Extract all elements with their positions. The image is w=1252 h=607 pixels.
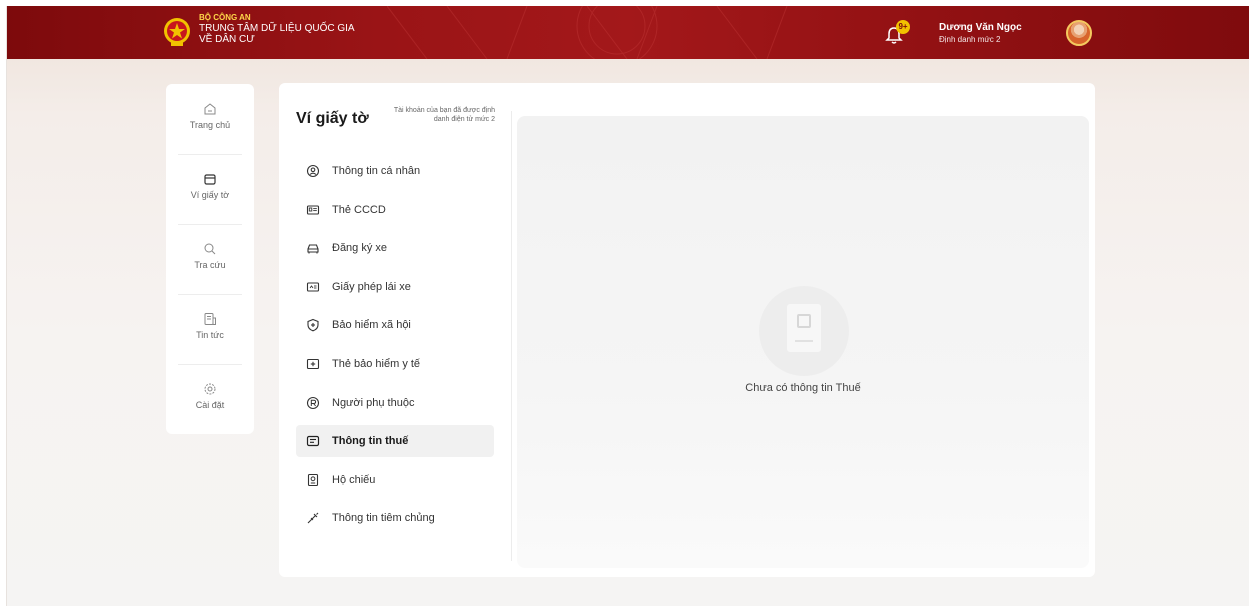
left-navigation: Trang chủ Ví giấy tờ Tra cứu Tin tức Cài…: [166, 84, 254, 434]
empty-state-message: Chưa có thông tin Thuế: [745, 382, 861, 394]
app-frame: BỘ CÔNG AN TRUNG TÂM DỮ LIỆU QUỐC GIA VỀ…: [6, 6, 1249, 606]
syringe-icon: [307, 512, 319, 524]
nav-item-label: Ví giấy tờ: [190, 190, 230, 200]
menu-item-label: Hộ chiếu: [332, 473, 376, 486]
id-card-icon: [306, 205, 320, 215]
menu-item-vehicle-registration[interactable]: Đăng ký xe: [296, 232, 494, 264]
nav-item-home[interactable]: Trang chủ: [166, 84, 254, 152]
content-area: Chưa có thông tin Thuế: [517, 116, 1089, 568]
user-name: Dương Văn Ngọc: [939, 22, 1022, 33]
document-menu: Thông tin cá nhân Thẻ CCCD Đăng ký xe Gi…: [296, 155, 494, 541]
menu-item-label: Thẻ CCCD: [332, 203, 386, 216]
menu-item-driving-license[interactable]: Giấy phép lái xe: [296, 271, 494, 303]
avatar[interactable]: [1066, 20, 1092, 46]
car-icon: [307, 244, 319, 254]
menu-item-label: Bảo hiểm xã hội: [332, 319, 411, 332]
main-card: Ví giấy tờ Tài khoản của bạn đã được địn…: [279, 83, 1095, 577]
menu-item-tax-info[interactable]: Thông tin thuế: [296, 425, 494, 458]
search-icon: [204, 243, 216, 255]
menu-item-personal-info[interactable]: Thông tin cá nhân: [296, 155, 494, 187]
police-emblem-icon: [164, 18, 190, 46]
shield-plus-icon: [307, 319, 319, 332]
user-info[interactable]: Dương Văn Ngọc Định danh mức 2: [939, 22, 1022, 44]
document-icon: [787, 304, 821, 352]
org-line1: BỘ CÔNG AN: [199, 13, 251, 22]
header-pattern: [387, 6, 788, 59]
menu-item-label: Thông tin thuế: [332, 435, 409, 448]
nav-item-label: Cài đặt: [195, 400, 225, 410]
image-placeholder-icon: [797, 314, 811, 328]
settings-icon: [204, 383, 216, 395]
menu-item-passport[interactable]: Hộ chiếu: [296, 464, 494, 496]
nav-item-search[interactable]: Tra cứu: [166, 224, 254, 292]
passport-icon: [307, 473, 319, 486]
nav-item-label: Trang chủ: [189, 120, 231, 130]
divider: [511, 111, 512, 561]
org-line2: TRUNG TÂM DỮ LIỆU QUỐC GIA: [199, 23, 355, 34]
dependent-icon: [306, 396, 320, 409]
nav-item-label: Tra cứu: [194, 260, 226, 270]
home-icon: [204, 103, 216, 115]
menu-item-health-insurance[interactable]: Thẻ bảo hiểm y tế: [296, 348, 494, 380]
news-icon: [204, 313, 216, 325]
menu-item-cccd[interactable]: Thẻ CCCD: [296, 194, 494, 226]
menu-item-vaccination[interactable]: Thông tin tiêm chủng: [296, 502, 494, 534]
org-line3: VỀ DÂN CƯ: [199, 34, 255, 45]
menu-item-dependents[interactable]: Người phụ thuộc: [296, 387, 494, 419]
top-header: BỘ CÔNG AN TRUNG TÂM DỮ LIỆU QUỐC GIA VỀ…: [7, 6, 1249, 59]
empty-document-icon: [759, 286, 849, 376]
wallet-icon: [204, 174, 216, 185]
notification-button[interactable]: 9+: [882, 20, 910, 48]
identity-level-note: Tài khoản của bạn đã được định danh điện…: [393, 107, 495, 123]
brand-text: BỘ CÔNG AN TRUNG TÂM DỮ LIỆU QUỐC GIA VỀ…: [199, 12, 355, 45]
nav-item-label: Tin tức: [196, 330, 224, 340]
menu-item-label: Đăng ký xe: [332, 242, 388, 255]
nav-item-news[interactable]: Tin tức: [166, 294, 254, 362]
license-icon: [306, 282, 320, 292]
menu-item-label: Thông tin tiêm chủng: [332, 512, 435, 525]
menu-item-label: Người phụ thuộc: [332, 396, 415, 409]
menu-item-label: Thông tin cá nhân: [332, 165, 421, 177]
page-title: Ví giấy tờ: [296, 110, 369, 127]
menu-item-label: Thẻ bảo hiểm y tế: [332, 357, 421, 370]
user-circle-icon: [306, 164, 320, 178]
notification-badge: 9+: [896, 20, 910, 34]
tax-icon: [306, 436, 320, 447]
menu-item-label: Giấy phép lái xe: [332, 280, 411, 293]
menu-item-social-insurance[interactable]: Bảo hiểm xã hội: [296, 309, 494, 341]
user-level: Định danh mức 2: [939, 35, 1001, 44]
divider: [795, 340, 813, 342]
health-card-icon: [306, 358, 320, 370]
nav-item-settings[interactable]: Cài đặt: [166, 364, 254, 432]
nav-item-wallet[interactable]: Ví giấy tờ: [166, 154, 254, 222]
